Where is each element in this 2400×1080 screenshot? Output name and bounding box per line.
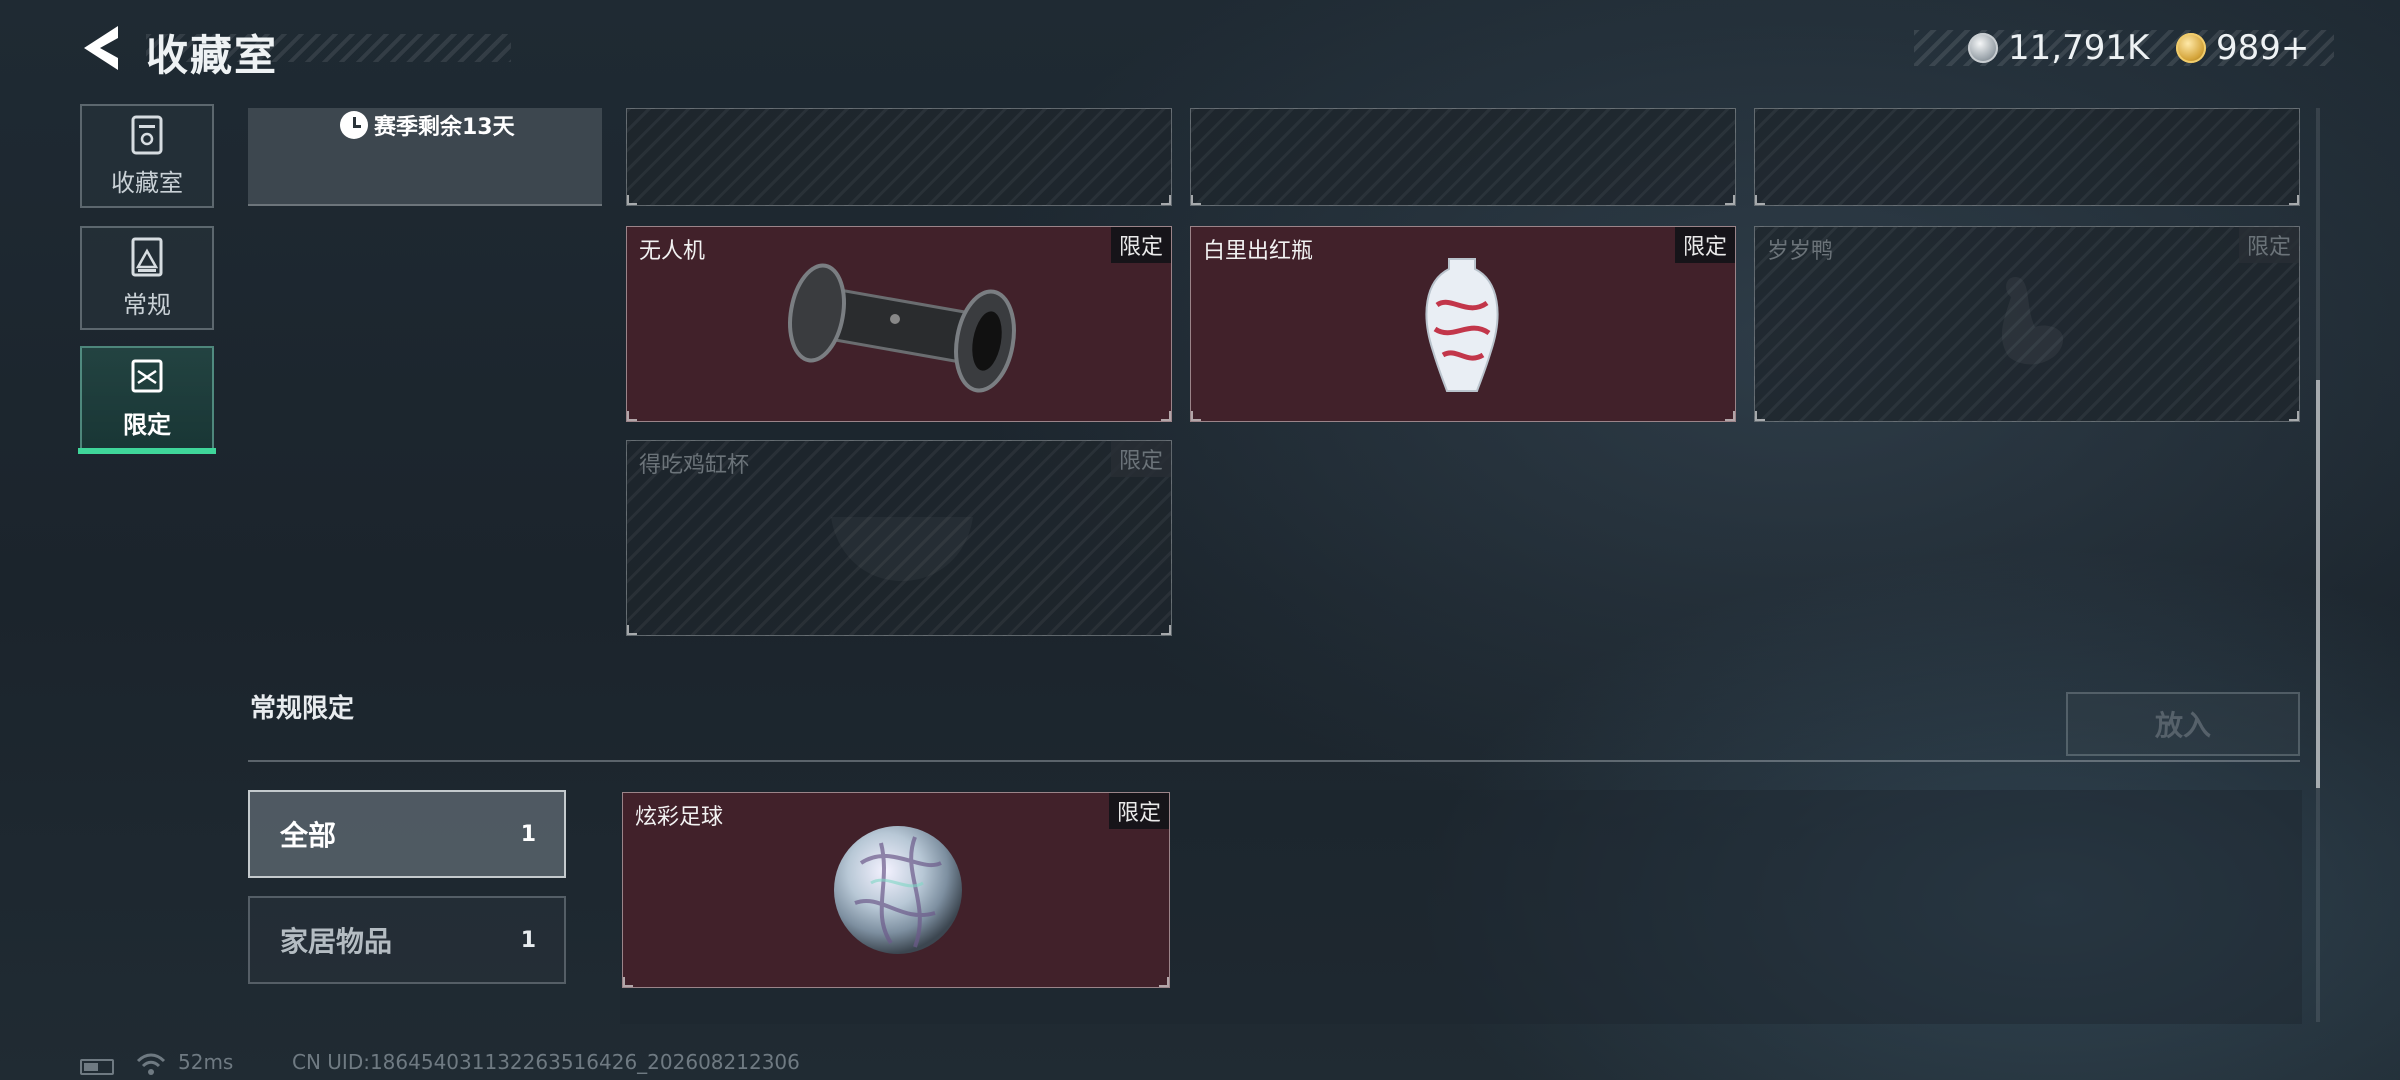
limited-icon bbox=[131, 359, 163, 392]
section-title: 常规限定 bbox=[250, 694, 355, 724]
limited-badge: 限定 bbox=[2239, 227, 2299, 263]
football-image bbox=[834, 826, 962, 954]
filter-all[interactable]: 全部 1 bbox=[248, 790, 566, 878]
wifi-icon bbox=[136, 1053, 166, 1075]
nav-label: 常规 bbox=[123, 290, 171, 319]
clock-icon bbox=[340, 111, 368, 139]
photo-icon bbox=[131, 237, 163, 276]
limited-badge: 限定 bbox=[1111, 441, 1171, 477]
nav-item-regular[interactable]: 常规 bbox=[80, 226, 214, 330]
drone-image bbox=[788, 263, 1016, 393]
gold-currency-value: 989+ bbox=[2216, 28, 2310, 68]
cabinet-icon bbox=[131, 115, 163, 154]
section-divider bbox=[248, 760, 2300, 762]
season-remaining: 赛季剩余13天 bbox=[340, 108, 515, 142]
put-in-button[interactable]: 放入 bbox=[2066, 692, 2300, 756]
limited-badge: 限定 bbox=[1675, 227, 1735, 263]
collection-slot[interactable] bbox=[1754, 108, 2300, 206]
item-card-duck[interactable]: 岁岁鸭 限定 bbox=[1754, 226, 2300, 422]
item-name: 得吃鸡缸杯 bbox=[639, 453, 750, 478]
item-name: 岁岁鸭 bbox=[1767, 239, 1834, 264]
item-card-football[interactable]: 炫彩足球 限定 bbox=[622, 792, 1170, 988]
collection-slot[interactable] bbox=[1190, 108, 1736, 206]
collection-slot[interactable] bbox=[626, 108, 1172, 206]
duck-silhouette-image bbox=[2001, 277, 2064, 365]
vase-image bbox=[1425, 258, 1499, 392]
latency-indicator: 52ms bbox=[178, 1050, 234, 1074]
filter-label: 家居物品 bbox=[280, 925, 393, 958]
item-card-vase[interactable]: 白里出红瓶 限定 bbox=[1190, 226, 1736, 422]
nav-item-collection-room[interactable]: 收藏室 bbox=[80, 104, 214, 208]
cup-silhouette-image bbox=[831, 517, 973, 581]
back-button[interactable] bbox=[78, 24, 124, 72]
silver-currency: 11,791K bbox=[1968, 26, 2149, 70]
item-name: 炫彩足球 bbox=[635, 805, 724, 830]
filter-count: 1 bbox=[520, 927, 536, 953]
battery-icon bbox=[80, 1059, 114, 1075]
gold-currency: 989+ bbox=[2176, 26, 2309, 70]
nav-label: 收藏室 bbox=[111, 168, 183, 197]
nav-active-indicator bbox=[78, 448, 216, 454]
item-name: 白里出红瓶 bbox=[1203, 239, 1314, 264]
season-remaining-text: 赛季剩余13天 bbox=[374, 115, 515, 140]
gold-coin-icon bbox=[2176, 33, 2206, 63]
scrollbar-thumb[interactable] bbox=[2316, 380, 2320, 788]
silver-currency-value: 11,791K bbox=[2008, 28, 2150, 68]
item-name: 无人机 bbox=[639, 239, 706, 264]
nav-item-limited[interactable]: 限定 bbox=[80, 346, 214, 450]
silver-coin-icon bbox=[1968, 33, 1998, 63]
limited-badge: 限定 bbox=[1109, 793, 1169, 829]
limited-badge: 限定 bbox=[1111, 227, 1171, 263]
item-card-chicken-cup[interactable]: 得吃鸡缸杯 限定 bbox=[626, 440, 1172, 636]
filter-home-items[interactable]: 家居物品 1 bbox=[248, 896, 566, 984]
nav-label: 限定 bbox=[123, 410, 171, 439]
filter-label: 全部 bbox=[280, 819, 337, 852]
user-uid: CN UID:18645403113226351642​6_2026082123… bbox=[292, 1050, 800, 1074]
page-title: 收藏室 bbox=[146, 31, 279, 80]
item-card-drone[interactable]: 无人机 限定 bbox=[626, 226, 1172, 422]
filter-count: 1 bbox=[520, 821, 536, 847]
chevron-left-icon bbox=[84, 26, 118, 70]
